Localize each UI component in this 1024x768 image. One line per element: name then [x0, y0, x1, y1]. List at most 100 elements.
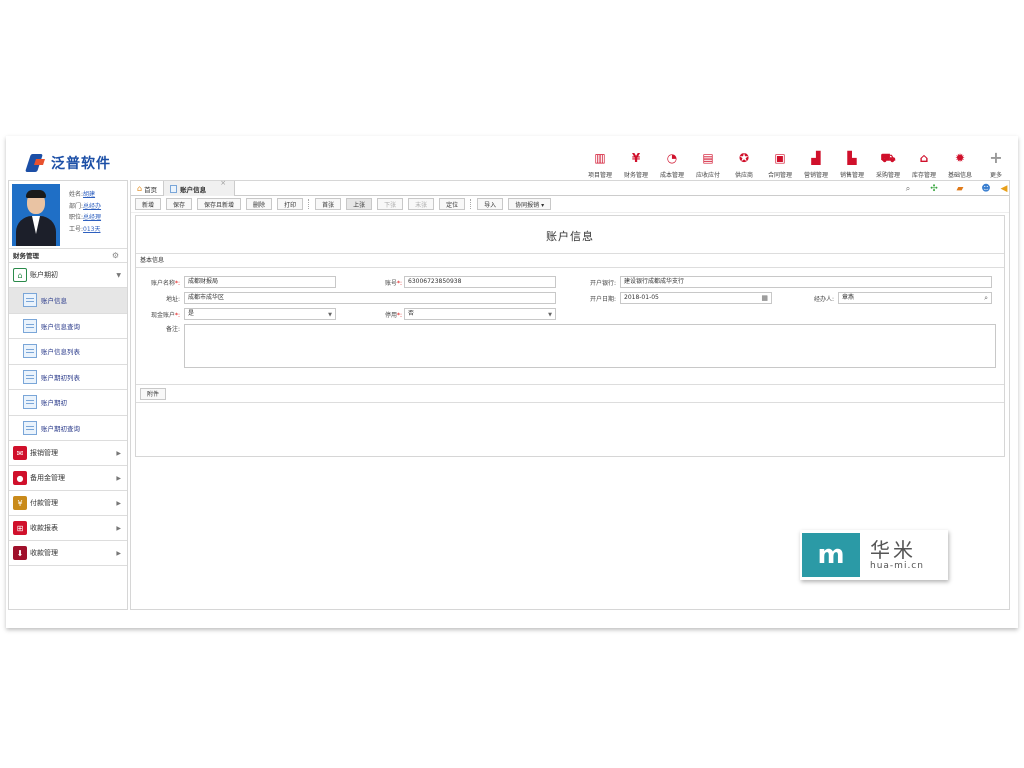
form-toolbar: 新增 保存 保存且新增 删除 打印 首张 上张 下张 末张 定位 导入 协同报销… — [131, 196, 1009, 213]
sidebar-group-3[interactable]: ● 备用金管理 ▶ — [9, 466, 127, 491]
sidebar-subitem-2[interactable]: 账户信息查询 — [9, 313, 127, 339]
profile-info: 姓名:胡建 部门:总经办 职位:总经理 工号:013天 — [69, 189, 101, 235]
save-and-new-button[interactable]: 保存且新增 — [197, 198, 242, 210]
topnav-label: 财务管理 — [623, 172, 648, 179]
toolbar-separator — [470, 199, 474, 209]
account-name-input[interactable]: 成都财报局 — [184, 276, 336, 288]
cash-account-select[interactable]: 是 ▼ — [184, 308, 336, 320]
dept-label: 部门: — [69, 202, 84, 210]
account-no-input[interactable]: 63006723850938 — [404, 276, 556, 288]
arrow-icon[interactable]: ◀ — [999, 184, 1009, 194]
topnav-item-warehouse[interactable]: ⌂ 库存管理 — [906, 150, 942, 179]
prev-record-button[interactable]: 上张 — [346, 198, 373, 210]
account-name-label-text: 账户名称 — [150, 279, 175, 287]
open-date-input[interactable]: 2018-01-05 ▦ — [620, 292, 772, 304]
chevron-down-icon: ▼ — [548, 312, 552, 318]
last-record-button[interactable]: 末张 — [408, 198, 435, 210]
cart-icon: ⛟ — [880, 151, 896, 165]
sidebar-subitem-3[interactable]: 账户信息列表 — [9, 339, 127, 365]
remark-textarea[interactable] — [184, 324, 996, 368]
left-sidebar: 姓名:胡建 部门:总经办 职位:总经理 工号:013天 财务管理 ⚙ ⌂ 账户期初… — [8, 180, 128, 610]
profile-name-link[interactable]: 胡建 — [83, 191, 95, 198]
sidebar-subitem-5[interactable]: 账户期初 — [9, 390, 127, 416]
gear-icon[interactable]: ⚙ — [112, 249, 119, 263]
briefcase-icon[interactable]: ▰ — [947, 184, 973, 194]
chevron-right-icon: ▶ — [116, 449, 121, 457]
sidebar-subitem-4[interactable]: 账户期初列表 — [9, 364, 127, 390]
user-profile: 姓名:胡建 部门:总经办 职位:总经理 工号:013天 — [9, 181, 127, 249]
topnav-label: 基础信息 — [947, 172, 972, 179]
topnav-item-plus[interactable]: + 更多 — [978, 148, 1014, 180]
profile-dept-link[interactable]: 总经办 — [83, 203, 101, 210]
first-record-button[interactable]: 首张 — [315, 198, 342, 210]
chevron-right-icon: ▶ — [116, 549, 121, 557]
attach-button[interactable]: 附件 — [140, 387, 167, 400]
new-button[interactable]: 新增 — [135, 198, 162, 210]
basic-info-section: 基本信息 账户名称*: 成都财报局 账号*: 63006723850938 开户… — [136, 253, 1004, 385]
document-icon — [170, 184, 178, 193]
topnav-label: 销售管理 — [839, 172, 864, 179]
document-icon — [23, 395, 37, 410]
plus-icon: + — [989, 148, 1003, 167]
remark-label: 备注: — [165, 326, 180, 333]
report-icon: ⊞ — [13, 521, 27, 535]
id-label: 工号: — [69, 225, 84, 233]
sidebar-group-label: 报销管理 — [30, 449, 58, 457]
tab-home[interactable]: ⌂ 首页 — [131, 181, 165, 196]
grid-icon[interactable]: ✣ — [921, 184, 947, 194]
topnav-item-yen[interactable]: ¥ 财务管理 — [618, 150, 654, 179]
reimburse-dropdown-button[interactable]: 协同报销 ▾ — [508, 198, 552, 210]
calendar-icon[interactable]: ▦ — [761, 293, 768, 303]
document-icon: ▤ — [702, 151, 714, 165]
handler-input[interactable]: 章燕 ⌕ — [838, 292, 992, 304]
tab-account-info[interactable]: 账户信息 × — [164, 179, 236, 196]
close-tab-icon[interactable]: × — [220, 179, 226, 187]
bank-input[interactable]: 建设银行成都成华支行 — [620, 276, 992, 288]
sidebar-group-label: 备用金管理 — [30, 474, 65, 482]
topnav-item-pie-chart[interactable]: ◔ 成本管理 — [654, 150, 690, 179]
topnav-item-medal[interactable]: ✪ 供应商 — [726, 150, 762, 179]
sidebar-group-label: 收款管理 — [30, 549, 58, 557]
topnav-item-column-chart[interactable]: ▙ 销售管理 — [834, 150, 870, 179]
contract-icon: ▣ — [774, 151, 786, 165]
disabled-select[interactable]: 否 ▼ — [404, 308, 556, 320]
topnav-item-bar-chart[interactable]: ▟ 营销管理 — [798, 150, 834, 179]
topnav-item-cart[interactable]: ⛟ 采购管理 — [870, 150, 906, 179]
sidebar-group-2[interactable]: ✉ 报销管理 ▶ — [9, 441, 127, 466]
profile-position-link[interactable]: 总经理 — [83, 214, 101, 221]
open-date-value: 2018-01-05 — [624, 294, 659, 301]
required-mark: *: — [174, 311, 180, 319]
handler-label: 经办人: — [813, 295, 834, 303]
sidebar-group-1[interactable]: ⌂ 账户期初 ▼ — [9, 263, 127, 288]
pie-chart-icon: ◔ — [666, 151, 678, 165]
sidebar-group-label: 账户期初 — [30, 271, 58, 279]
tab-bar: ⌂ 首页 账户信息 × ⌕ ✣ ▰ ☻ ◀ — [131, 179, 1009, 196]
topnav-item-document[interactable]: ▤ 应收应付 — [690, 150, 726, 179]
receipt-icon: ✉ — [13, 446, 27, 460]
avatar — [12, 184, 60, 246]
topnav-item-gear[interactable]: ✹ 基础信息 — [942, 150, 978, 179]
sidebar-group-4[interactable]: ¥ 付款管理 ▶ — [9, 491, 127, 516]
topnav-item-building[interactable]: ▥ 项目管理 — [582, 150, 618, 179]
address-input[interactable]: 成都市成华区 — [184, 292, 556, 304]
delete-button[interactable]: 删除 — [246, 198, 273, 210]
sidebar-subitem-6[interactable]: 账户期初查询 — [9, 415, 127, 441]
app-logo[interactable]: 泛普软件 — [26, 152, 111, 174]
locate-button[interactable]: 定位 — [439, 198, 466, 210]
import-button[interactable]: 导入 — [477, 198, 504, 210]
sidebar-subitem-1[interactable]: 账户信息 — [9, 288, 127, 314]
users-icon[interactable]: ☻ — [973, 184, 999, 194]
sidebar-group-5[interactable]: ⊞ 收款报表 ▶ — [9, 516, 127, 541]
required-mark: *: — [396, 311, 402, 319]
topnav-item-contract[interactable]: ▣ 合同管理 — [762, 150, 798, 179]
chevron-right-icon: ▶ — [116, 474, 121, 482]
bank-label: 开户银行: — [589, 279, 616, 287]
save-button[interactable]: 保存 — [166, 198, 193, 210]
next-record-button[interactable]: 下张 — [377, 198, 404, 210]
print-button[interactable]: 打印 — [277, 198, 304, 210]
profile-id-link[interactable]: 013天 — [83, 226, 100, 233]
sidebar-group-6[interactable]: ⬇ 收款管理 ▶ — [9, 541, 127, 566]
search-icon[interactable]: ⌕ — [984, 293, 988, 303]
search-icon[interactable]: ⌕ — [895, 184, 921, 194]
fanpu-logo-icon — [26, 152, 48, 174]
